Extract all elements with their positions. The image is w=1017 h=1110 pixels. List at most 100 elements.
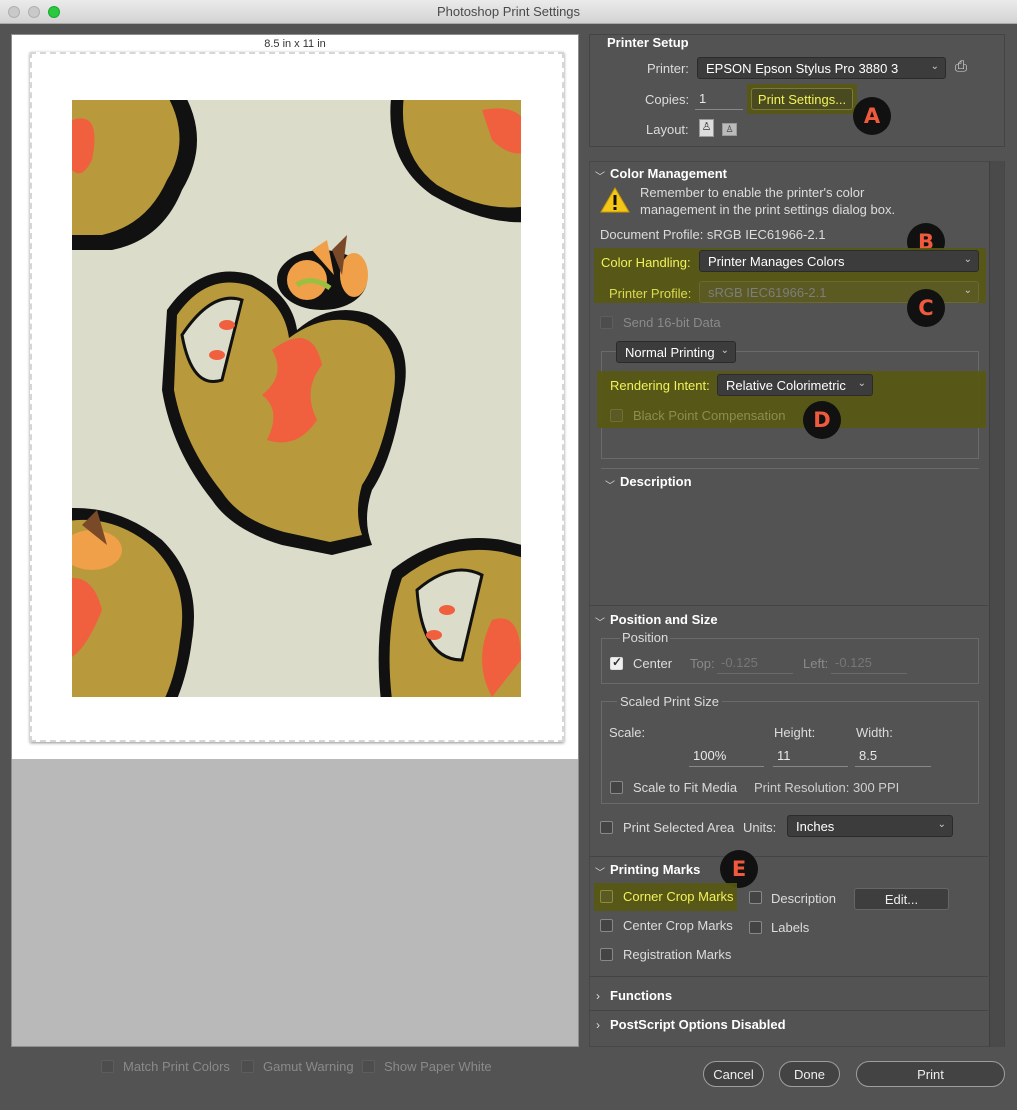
units-value: Inches (796, 819, 835, 834)
layout-label: Layout: (646, 122, 689, 137)
black-point-checkbox[interactable] (610, 409, 623, 422)
match-print-colors-checkbox[interactable] (101, 1060, 114, 1073)
chevron-down-icon[interactable]: ﹀ (605, 477, 615, 492)
registration-marks-checkbox[interactable] (600, 948, 613, 961)
black-point-label: Black Point Compensation (633, 408, 786, 423)
corner-crop-checkbox[interactable] (600, 890, 613, 903)
chevron-right-icon[interactable]: › (596, 1018, 600, 1032)
chevron-down-icon: ⌄ (963, 254, 972, 265)
chevron-down-icon: ⌄ (937, 819, 946, 830)
description-title: Description (620, 474, 692, 489)
postscript-title[interactable]: PostScript Options Disabled (610, 1017, 786, 1032)
print-settings-button[interactable]: Print Settings... (751, 88, 853, 110)
badge-c: C (907, 289, 945, 327)
show-paper-white-label: Show Paper White (384, 1059, 492, 1074)
color-handling-label: Color Handling: (601, 255, 691, 270)
chevron-down-icon: ⌄ (857, 378, 866, 389)
chevron-down-icon[interactable]: ﹀ (595, 864, 605, 879)
width-field[interactable]: 8.5 (855, 745, 931, 767)
printer-value: EPSON Epson Stylus Pro 3880 3 (706, 61, 899, 76)
section-divider (590, 605, 988, 606)
position-label: Position (620, 630, 671, 645)
description-mark-label: Description (771, 891, 837, 906)
settings-pane: Printer Setup Printer: EPSON Epson Stylu… (589, 34, 1005, 1047)
scale-label: Scale: (609, 725, 646, 740)
description-divider (601, 468, 979, 469)
normal-printing-value: Normal Printing (625, 345, 715, 360)
done-button[interactable]: Done (779, 1061, 840, 1087)
send-16bit-label: Send 16-bit Data (623, 315, 721, 330)
gamut-warning-checkbox[interactable] (241, 1060, 254, 1073)
width-label: Width: (856, 725, 893, 740)
edit-description-button[interactable]: Edit... (854, 888, 949, 910)
left-field[interactable]: -0.125 (831, 652, 907, 674)
section-divider (590, 1010, 988, 1011)
paper-sheet (30, 52, 564, 742)
printing-marks-title: Printing Marks (610, 862, 701, 877)
units-dropdown[interactable]: Inches ⌄ (787, 815, 953, 837)
landscape-layout-icon[interactable]: ♙ (722, 123, 737, 136)
corner-crop-label: Corner Crop Marks (623, 889, 734, 904)
chevron-down-icon[interactable]: ﹀ (595, 614, 605, 629)
rendering-intent-dropdown[interactable]: Relative Colorimetric ⌄ (717, 374, 873, 396)
window-title: Photoshop Print Settings (436, 4, 581, 19)
document-profile: Document Profile: sRGB IEC61966-2.1 (600, 227, 826, 242)
copies-label: Copies: (645, 92, 690, 107)
paper-size-label: 8.5 in x 11 in (264, 38, 326, 50)
height-field[interactable]: 11 (773, 745, 848, 767)
section-divider (590, 976, 988, 977)
normal-printing-dropdown[interactable]: Normal Printing ⌄ (616, 341, 736, 363)
description-mark-checkbox[interactable] (749, 891, 762, 904)
position-size-title: Position and Size (610, 612, 718, 627)
print-resolution: Print Resolution: 300 PPI (754, 780, 900, 795)
print-selected-area-label: Print Selected Area (623, 820, 735, 835)
center-label: Center (633, 656, 673, 671)
chevron-down-icon: ⌄ (930, 61, 939, 72)
warning-text-line-1: Remember to enable the printer's color (640, 185, 865, 200)
portrait-layout-icon[interactable]: ♙ (699, 119, 714, 137)
scrollbar[interactable] (989, 161, 1004, 1047)
scale-to-fit-checkbox[interactable] (610, 781, 623, 794)
print-selected-area-checkbox[interactable] (600, 821, 613, 834)
height-label: Height: (774, 725, 816, 740)
scale-to-fit-label: Scale to Fit Media (633, 780, 738, 795)
match-print-colors-label: Match Print Colors (123, 1059, 230, 1074)
center-crop-checkbox[interactable] (600, 919, 613, 932)
send-16bit-checkbox[interactable] (600, 316, 613, 329)
print-preview-pane: 8.5 in x 11 in (11, 34, 579, 1047)
chevron-down-icon[interactable]: ﹀ (595, 168, 605, 183)
copies-field[interactable]: 1 (695, 88, 743, 110)
rendering-intent-label: Rendering Intent: (610, 378, 710, 393)
units-label: Units: (743, 820, 777, 835)
printer-profile-value: sRGB IEC61966-2.1 (708, 285, 827, 300)
labels-checkbox[interactable] (749, 921, 762, 934)
show-paper-white-checkbox[interactable] (362, 1060, 375, 1073)
artwork-preview[interactable] (72, 100, 521, 697)
center-crop-label: Center Crop Marks (623, 918, 733, 933)
section-divider (590, 856, 988, 857)
functions-title[interactable]: Functions (610, 988, 672, 1003)
scale-field[interactable]: 100% (689, 745, 764, 767)
printer-label: Printer: (647, 61, 689, 76)
cancel-button[interactable]: Cancel (703, 1061, 764, 1087)
printer-setup-title: Printer Setup (607, 35, 689, 50)
chevron-down-icon: ⌄ (963, 285, 972, 296)
chevron-right-icon[interactable]: › (596, 989, 600, 1003)
top-field[interactable]: -0.125 (717, 652, 793, 674)
color-handling-dropdown[interactable]: Printer Manages Colors ⌄ (699, 250, 979, 272)
printer-dropdown[interactable]: EPSON Epson Stylus Pro 3880 3 ⌄ (697, 57, 946, 79)
warning-icon (600, 187, 630, 213)
center-checkbox[interactable] (610, 655, 623, 670)
printer-profile-label: Printer Profile: (609, 286, 692, 301)
print-button[interactable]: Print (856, 1061, 1005, 1087)
artwork-illustration (72, 100, 521, 697)
color-handling-value: Printer Manages Colors (708, 254, 845, 269)
warning-text-line-2: management in the print settings dialog … (640, 202, 896, 217)
registration-marks-label: Registration Marks (623, 947, 732, 962)
add-printer-icon[interactable]: ⎙ (955, 58, 967, 75)
rendering-intent-value: Relative Colorimetric (726, 378, 846, 393)
badge-a: A (853, 97, 891, 135)
title-bar: Photoshop Print Settings (0, 0, 1017, 24)
scaled-print-label: Scaled Print Size (617, 694, 722, 709)
gamut-warning-label: Gamut Warning (263, 1059, 354, 1074)
